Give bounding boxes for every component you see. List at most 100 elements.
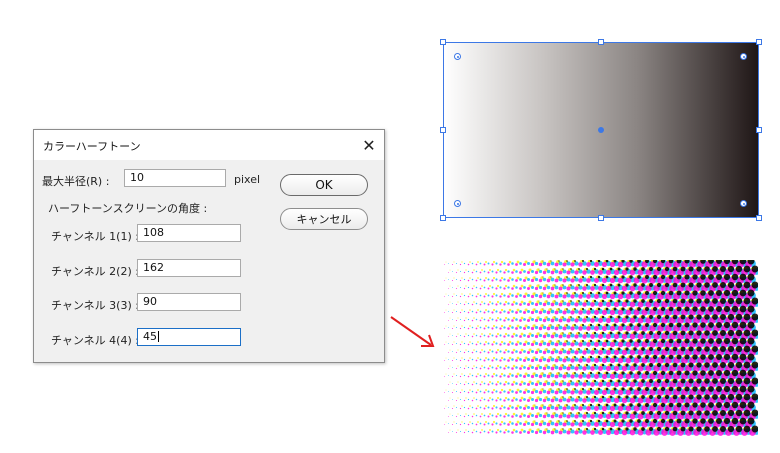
halftone-dot: [483, 311, 486, 314]
halftone-dot: [455, 358, 458, 361]
halftone-dot: [448, 279, 449, 280]
halftone-dot: [645, 291, 649, 295]
halftone-dot: [507, 375, 510, 378]
center-point-icon: [598, 127, 604, 133]
gradient-rectangle[interactable]: [440, 39, 762, 221]
channel-2-input[interactable]: 162: [137, 259, 241, 277]
halftone-dot: [605, 307, 609, 311]
halftone-dot: [481, 301, 483, 303]
corner-widget-icon[interactable]: [454, 53, 461, 60]
ok-button[interactable]: OK: [280, 174, 368, 196]
halftone-dot: [455, 271, 458, 274]
halftone-dot: [538, 358, 543, 363]
halftone-dot: [715, 321, 723, 329]
halftone-dot: [499, 318, 502, 321]
bounding-handle-bottom-left[interactable]: [440, 215, 446, 221]
halftone-dot: [527, 271, 530, 274]
halftone-dot: [534, 382, 539, 387]
halftone-dot: [481, 381, 483, 383]
halftone-dot: [550, 373, 555, 378]
halftone-dot: [641, 267, 645, 271]
halftone-dot: [598, 270, 603, 275]
halftone-dot: [491, 398, 494, 401]
halftone-dot: [743, 377, 751, 385]
halftone-dot: [538, 374, 543, 379]
halftone-dot: [499, 366, 502, 369]
halftone-dot: [593, 411, 597, 415]
halftone-dot: [747, 385, 755, 393]
halftone-dot: [554, 396, 556, 398]
halftone-dot: [469, 309, 471, 311]
halftone-dot: [664, 378, 670, 384]
corner-widget-icon[interactable]: [454, 200, 461, 207]
max-radius-input[interactable]: 10: [124, 169, 226, 187]
halftone-dot: [542, 404, 544, 406]
halftone-dot: [534, 373, 539, 378]
halftone-dot: [463, 422, 466, 425]
bounding-handle-bottom-right[interactable]: [756, 215, 762, 221]
halftone-dot: [538, 269, 543, 274]
halftone-dot: [452, 431, 453, 432]
halftone-dot: [471, 358, 474, 361]
bounding-handle-bottom[interactable]: [598, 215, 604, 221]
halftone-dot: [483, 270, 486, 273]
halftone-dot: [688, 410, 694, 416]
halftone-dot: [453, 309, 455, 311]
halftone-dot: [467, 430, 470, 433]
halftone-dot: [609, 283, 613, 287]
corner-widget-icon[interactable]: [740, 200, 747, 207]
channel-4-input[interactable]: 45: [137, 328, 241, 346]
bounding-handle-top-right[interactable]: [756, 39, 762, 45]
halftone-dot: [550, 261, 555, 266]
halftone-dot: [578, 333, 583, 338]
halftone-dot: [508, 308, 512, 312]
halftone-dot: [586, 422, 591, 427]
halftone-dot: [507, 311, 510, 314]
halftone-dot: [562, 268, 564, 270]
halftone-dot: [495, 287, 498, 290]
halftone-dot: [680, 426, 686, 432]
screen-angles-label: ハーフトーンスクリーンの角度 :: [48, 202, 208, 215]
halftone-dot: [512, 412, 516, 416]
bounding-handle-top-left[interactable]: [440, 39, 446, 45]
halftone-dot: [672, 282, 678, 288]
halftone-dot: [530, 294, 535, 299]
halftone-dot: [503, 271, 506, 274]
halftone-dot: [519, 367, 522, 370]
halftone-dot: [708, 370, 714, 376]
bounding-handle-top[interactable]: [598, 39, 604, 45]
halftone-dot: [530, 406, 535, 411]
halftone-dot: [562, 381, 567, 386]
halftone-dot: [743, 425, 751, 433]
channel-1-input[interactable]: 108: [137, 224, 241, 242]
halftone-dot: [672, 314, 678, 320]
halftone-result-image: [444, 260, 758, 436]
dialog-titlebar[interactable]: カラーハーフトーン ✕: [34, 130, 384, 160]
halftone-dot: [489, 285, 491, 287]
halftone-dot: [558, 276, 560, 278]
halftone-dot: [449, 269, 451, 271]
halftone-dot: [621, 419, 625, 423]
cancel-button[interactable]: キャンセル: [280, 208, 368, 230]
halftone-dot: [481, 413, 483, 415]
halftone-dot: [570, 381, 575, 386]
halftone-dot: [617, 341, 624, 348]
close-icon[interactable]: ✕: [354, 130, 384, 160]
halftone-dot: [562, 301, 567, 306]
halftone-dot: [712, 426, 718, 432]
halftone-dot: [487, 262, 490, 265]
halftone-dot: [550, 318, 555, 323]
halftone-dot: [566, 318, 571, 323]
bounding-handle-right[interactable]: [756, 127, 762, 133]
halftone-dot: [477, 389, 479, 391]
halftone-dot: [574, 373, 579, 378]
halftone-dot: [621, 381, 628, 388]
channel-3-input[interactable]: 90: [137, 293, 241, 311]
halftone-dot: [723, 369, 731, 377]
halftone-dot: [609, 411, 613, 415]
halftone-dot: [570, 349, 575, 354]
corner-widget-icon[interactable]: [740, 53, 747, 60]
bounding-handle-left[interactable]: [440, 127, 446, 133]
halftone-dot: [465, 429, 467, 431]
max-radius-unit: pixel: [234, 173, 261, 186]
